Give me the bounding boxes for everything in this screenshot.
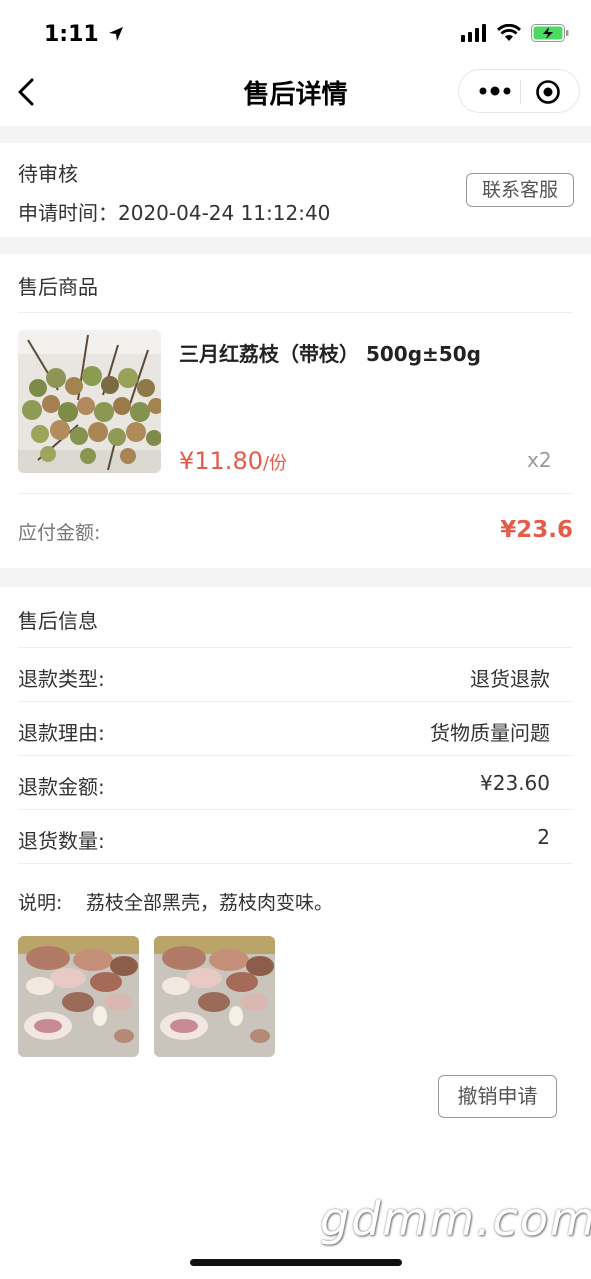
evidence-photo[interactable] — [18, 936, 139, 1057]
more-icon[interactable] — [475, 80, 515, 102]
goods-section-title: 售后商品 — [18, 275, 98, 299]
status-time: 1:11 — [44, 22, 124, 47]
divider — [18, 809, 573, 810]
price-value: ¥11.80 — [179, 447, 263, 475]
lychee-shell-photo — [18, 936, 139, 1057]
divider — [18, 647, 573, 648]
note-text: 荔枝全部黑壳，荔枝肉变味。 — [86, 892, 334, 914]
product-name[interactable]: 三月红荔枝（带枝） 500g±50g — [179, 338, 481, 367]
battery-charging-icon — [531, 24, 569, 42]
info-row-label: 退款金额: — [18, 775, 105, 799]
divider — [18, 312, 573, 313]
capsule-divider — [520, 80, 521, 104]
wifi-icon — [497, 24, 521, 41]
contact-service-button[interactable]: 联系客服 — [466, 173, 574, 207]
info-row-value: 货物质量问题 — [430, 721, 550, 745]
navigation-bar: 售后详情 — [0, 58, 591, 126]
home-indicator[interactable] — [190, 1259, 402, 1266]
payable-amount: ¥23.6 — [500, 517, 573, 543]
product-quantity: x2 — [527, 448, 552, 472]
section-separator — [0, 237, 591, 254]
apply-time: 申请时间：2020-04-24 11:12:40 — [18, 201, 331, 225]
cancel-request-button[interactable]: 撤销申请 — [438, 1075, 557, 1118]
divider — [18, 755, 573, 756]
location-arrow-icon — [109, 27, 124, 41]
info-section-title: 售后信息 — [18, 609, 98, 633]
price-unit: /份 — [262, 453, 288, 474]
info-row-value: ¥23.60 — [480, 771, 550, 795]
product-image[interactable] — [18, 330, 161, 473]
divider — [18, 493, 573, 494]
mini-program-capsule — [458, 69, 580, 113]
close-target-icon[interactable] — [535, 79, 561, 105]
info-row-label: 退款类型: — [18, 667, 105, 691]
info-row-label: 退货数量: — [18, 829, 105, 853]
info-row-value: 退货退款 — [470, 667, 550, 691]
note-label: 说明: — [18, 892, 63, 914]
lychee-photo — [18, 330, 161, 473]
product-price: ¥11.80/份 — [179, 447, 287, 475]
divider — [18, 701, 573, 702]
info-row-value: 2 — [537, 825, 550, 849]
divider — [18, 863, 573, 864]
section-separator — [0, 568, 591, 587]
signal-icon — [461, 24, 486, 42]
evidence-photo[interactable] — [154, 936, 275, 1057]
section-separator — [0, 126, 591, 143]
watermark: gdmm.com — [320, 1192, 591, 1246]
payable-label: 应付金额: — [18, 522, 101, 544]
review-status: 待审核 — [18, 162, 78, 186]
info-row-label: 退款理由: — [18, 721, 105, 745]
lychee-shell-photo — [154, 936, 275, 1057]
